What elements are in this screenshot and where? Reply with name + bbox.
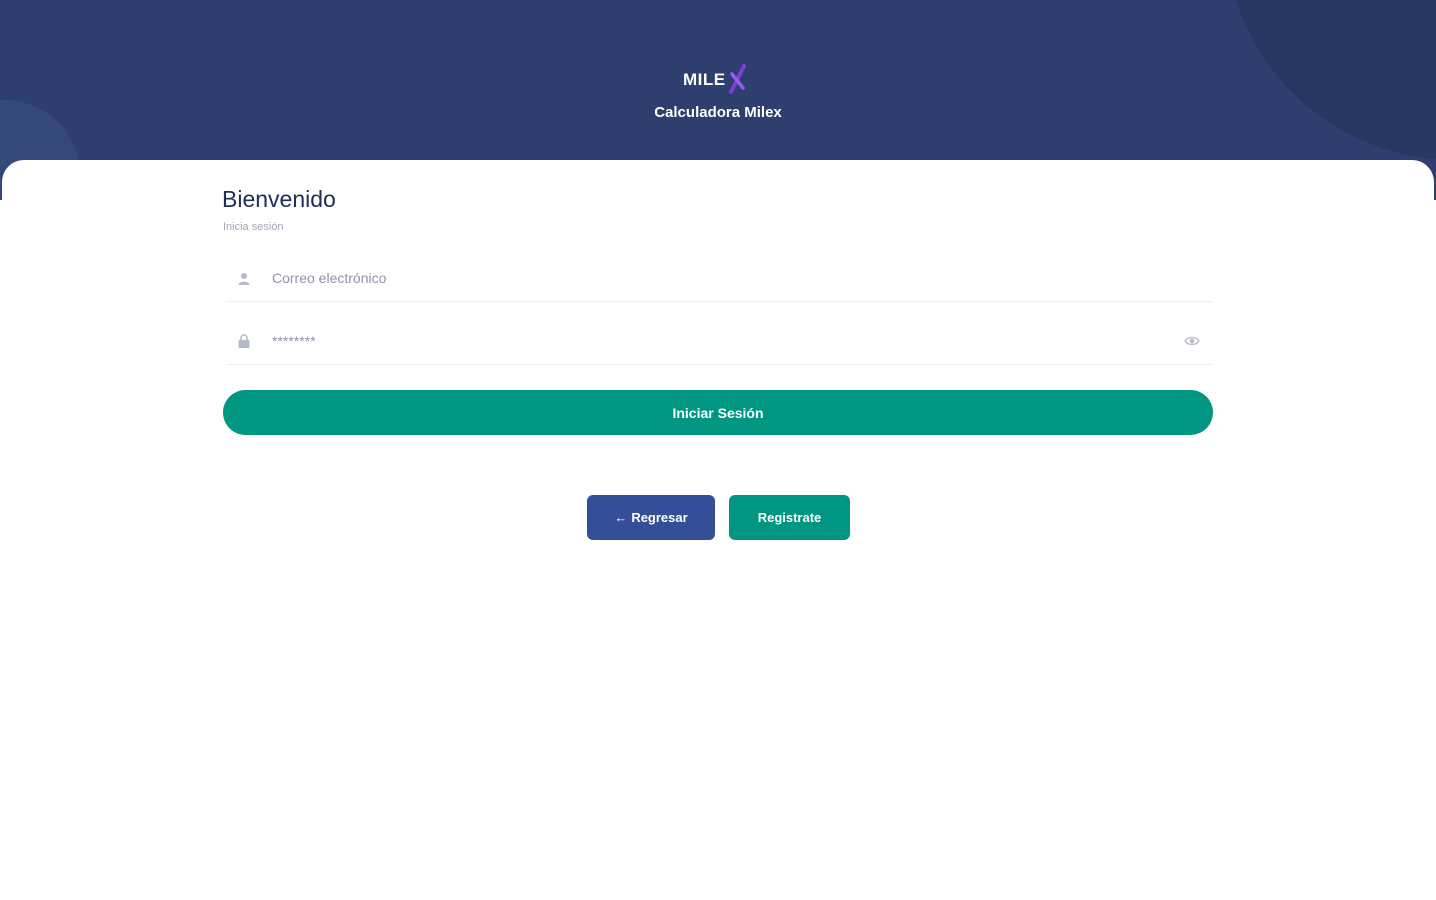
user-icon <box>226 272 262 285</box>
email-input[interactable] <box>270 269 1212 287</box>
password-input[interactable] <box>270 332 1178 350</box>
page-title: Bienvenido <box>222 186 336 212</box>
login-page: MILE Calculadora Milex Bienvenido Inicia… <box>0 0 1436 900</box>
password-field-container <box>226 318 1212 365</box>
back-button[interactable]: ← Regresar <box>587 495 715 540</box>
lock-icon <box>226 334 262 348</box>
login-button[interactable]: Iniciar Sesión <box>223 390 1213 435</box>
milex-logo: MILE <box>683 64 753 94</box>
arrow-left-icon: ← <box>614 510 628 525</box>
email-field-container <box>226 255 1212 302</box>
page-subtitle: Inicia sesión <box>223 221 284 233</box>
back-button-label: Regresar <box>631 510 688 525</box>
eye-icon[interactable] <box>1178 335 1206 347</box>
register-button[interactable]: Registrate <box>729 495 850 540</box>
decorative-circle <box>1225 0 1436 160</box>
app-title: Calculadora Milex <box>654 104 782 121</box>
logo-text: MILE <box>683 70 726 89</box>
x-logo-icon <box>729 64 746 94</box>
